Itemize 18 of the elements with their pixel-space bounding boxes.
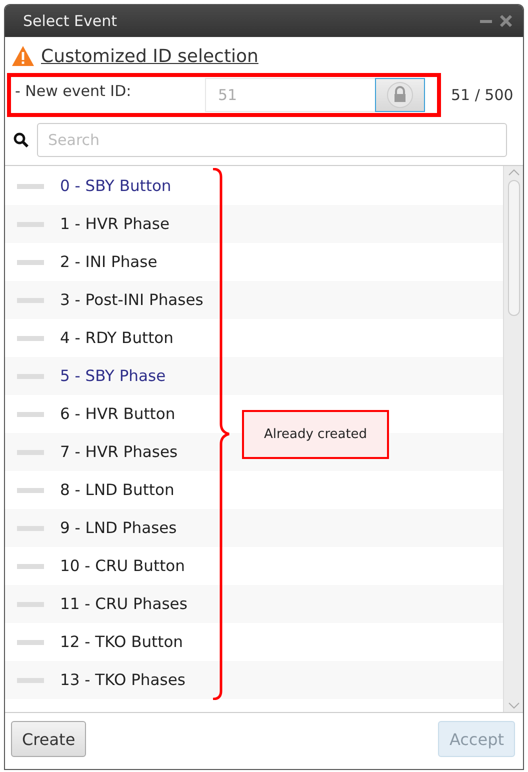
event-label: 11 - CRU Phases: [59, 595, 188, 613]
event-label: 9 - LND Phases: [59, 519, 177, 537]
event-label: 2 - INI Phase: [59, 253, 158, 271]
event-label: 6 - HVR Button: [59, 405, 176, 423]
event-label: 0 - SBY Button: [59, 177, 172, 195]
event-label: 13 - TKO Phases: [59, 671, 186, 689]
event-label: 1 - HVR Phase: [59, 215, 170, 233]
event-count: 51 / 500: [451, 86, 514, 104]
new-event-id-label: - New event ID:: [15, 82, 132, 100]
annotation-tooltip: Already created: [242, 410, 389, 459]
event-label: 10 - CRU Button: [59, 557, 185, 575]
event-label: 12 - TKO Button: [59, 633, 184, 651]
event-label: 5 - SBY Phase: [59, 367, 166, 385]
event-label: 8 - LND Button: [59, 481, 174, 499]
event-label: 7 - HVR Phases: [59, 443, 178, 461]
event-label: 3 - Post-INI Phases: [59, 291, 204, 309]
event-label: 4 - RDY Button: [59, 329, 174, 347]
window-title: Select Event: [23, 12, 118, 30]
